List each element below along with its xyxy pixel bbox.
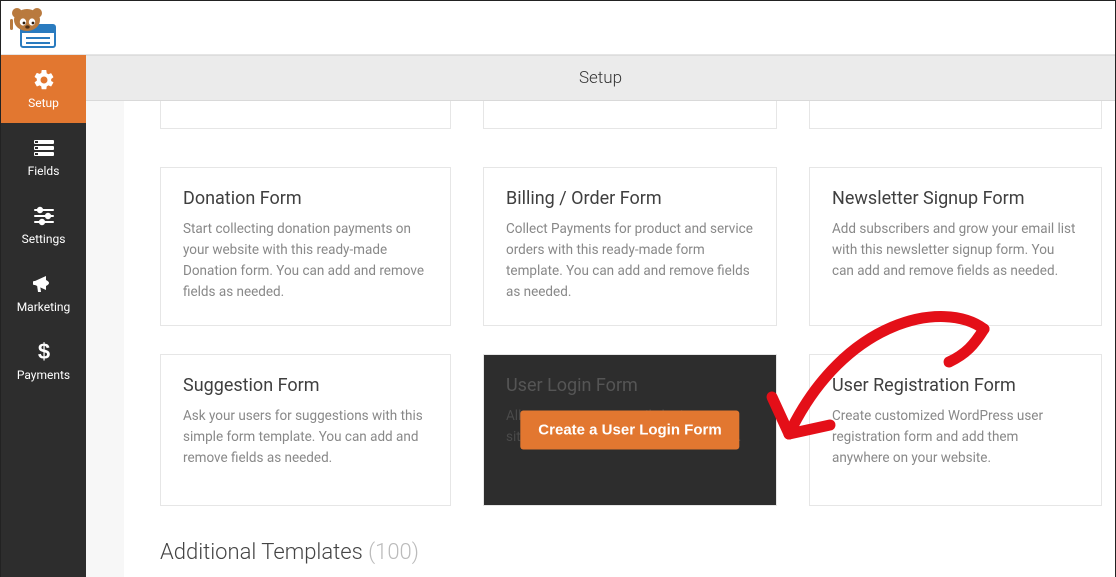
templates-grid: Donation Form Start collecting donation … [160, 167, 1115, 506]
card-desc: Create customized WordPress user registr… [832, 406, 1079, 469]
scroll-area: Donation Form Start collecting donation … [124, 101, 1115, 577]
bullhorn-icon [32, 273, 56, 295]
card-desc: Ask your users for suggestions with this… [183, 406, 428, 469]
partial-row-above [160, 101, 1115, 129]
card-desc: Add subscribers and grow your email list… [832, 219, 1079, 282]
card-title: Suggestion Form [183, 375, 428, 396]
sidebar-item-payments[interactable]: $ Payments [1, 327, 86, 395]
wpforms-logo [9, 5, 63, 51]
template-card-user-registration[interactable]: User Registration Form Create customized… [809, 354, 1102, 506]
sidebar-item-settings[interactable]: Settings [1, 191, 86, 259]
sidebar-label: Fields [28, 164, 60, 178]
template-card-user-login[interactable]: User Login Form Allow your users to easi… [483, 354, 777, 506]
content-area: Setup Donation Form Start collecting don… [86, 55, 1115, 577]
logo-bar [1, 1, 1115, 55]
sidebar: Setup Fields Settings Marketing [1, 55, 86, 577]
additional-templates-heading: Additional Templates (100) [160, 540, 1115, 565]
page-title-bar: Setup [86, 55, 1115, 101]
card-title: Donation Form [183, 188, 428, 209]
additional-templates-count: (100) [368, 540, 419, 565]
gear-icon [32, 69, 56, 91]
card-title: Newsletter Signup Form [832, 188, 1079, 209]
template-card-suggestion[interactable]: Suggestion Form Ask your users for sugge… [160, 354, 451, 506]
card-title: User Login Form [506, 375, 754, 396]
list-icon [32, 137, 56, 159]
template-card-partial[interactable] [483, 101, 777, 129]
sidebar-item-fields[interactable]: Fields [1, 123, 86, 191]
template-card-partial[interactable] [809, 101, 1102, 129]
card-desc: Start collecting donation payments on yo… [183, 219, 428, 303]
template-card-donation[interactable]: Donation Form Start collecting donation … [160, 167, 451, 326]
sidebar-item-setup[interactable]: Setup [1, 55, 86, 123]
sliders-icon [32, 205, 56, 227]
sidebar-label: Settings [22, 232, 66, 246]
sidebar-label: Payments [17, 368, 70, 382]
card-desc: Collect Payments for product and service… [506, 219, 754, 303]
sidebar-label: Setup [28, 96, 59, 110]
create-user-login-form-button[interactable]: Create a User Login Form [520, 410, 739, 449]
card-title: Billing / Order Form [506, 188, 754, 209]
card-title: User Registration Form [832, 375, 1079, 396]
dollar-icon: $ [35, 341, 53, 363]
app-frame: Setup Fields Settings Marketing [0, 0, 1116, 577]
sidebar-item-marketing[interactable]: Marketing [1, 259, 86, 327]
sidebar-label: Marketing [17, 300, 71, 314]
page-title: Setup [579, 68, 622, 88]
svg-text:$: $ [37, 340, 49, 364]
additional-templates-label: Additional Templates [160, 540, 368, 565]
template-card-newsletter[interactable]: Newsletter Signup Form Add subscribers a… [809, 167, 1102, 326]
template-card-billing[interactable]: Billing / Order Form Collect Payments fo… [483, 167, 777, 326]
template-card-partial[interactable] [160, 101, 451, 129]
